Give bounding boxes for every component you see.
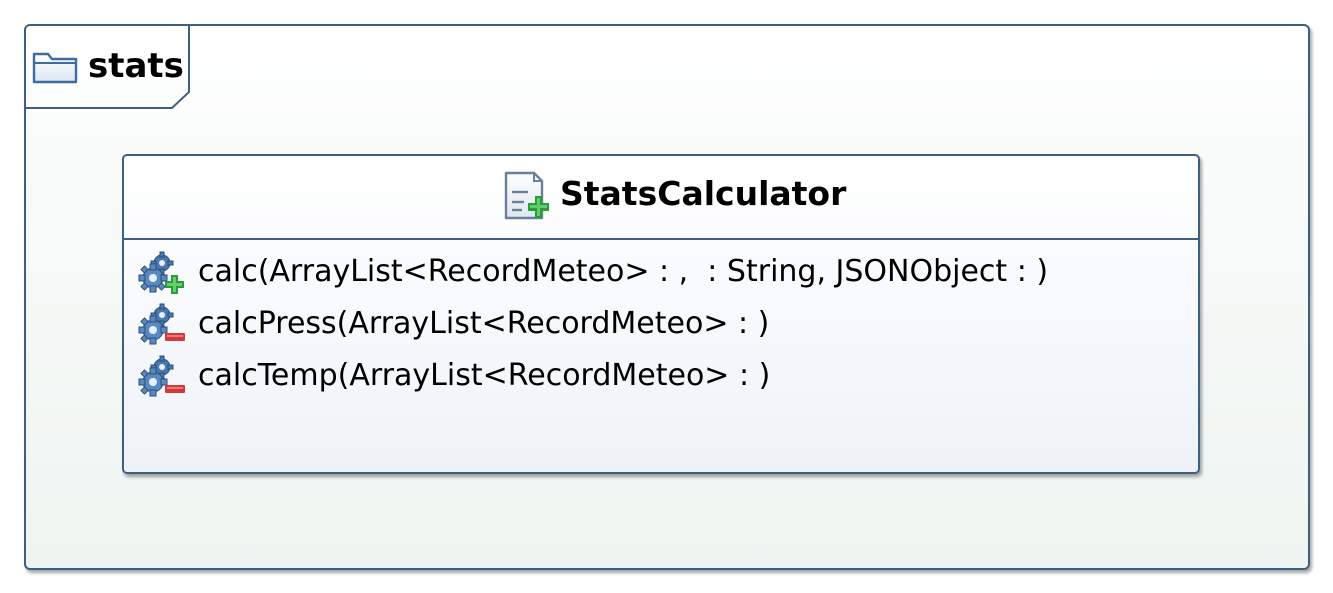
package-tab: stats <box>26 26 191 110</box>
gear-minus-icon <box>138 303 185 345</box>
class-statscalculator[interactable]: StatsCalculator calc(ArrayList<RecordMet… <box>122 154 1200 474</box>
package-stats[interactable]: stats StatsCalculator calc(ArrayList<Rec… <box>24 24 1310 570</box>
operation-label: calc(ArrayList<RecordMeteo> : , : String… <box>198 254 1049 289</box>
operation-label: calcPress(ArrayList<RecordMeteo> : ) <box>198 306 770 341</box>
class-header: StatsCalculator <box>124 156 1198 240</box>
operation-row-calctemp[interactable]: calcTemp(ArrayList<RecordMeteo> : ) <box>138 354 1188 406</box>
gear-minus-icon <box>138 355 185 397</box>
operation-label: calcTemp(ArrayList<RecordMeteo> : ) <box>198 358 771 393</box>
gear-plus-icon <box>138 251 184 294</box>
operation-row-calcpress[interactable]: calcPress(ArrayList<RecordMeteo> : ) <box>138 302 1188 354</box>
operation-row-calc[interactable]: calc(ArrayList<RecordMeteo> : , : String… <box>138 250 1188 302</box>
operations-compartment: calc(ArrayList<RecordMeteo> : , : String… <box>138 250 1188 406</box>
class-title: StatsCalculator <box>560 174 847 213</box>
class-add-icon <box>504 171 549 220</box>
folder-icon <box>32 52 78 84</box>
package-title: stats <box>88 46 184 86</box>
